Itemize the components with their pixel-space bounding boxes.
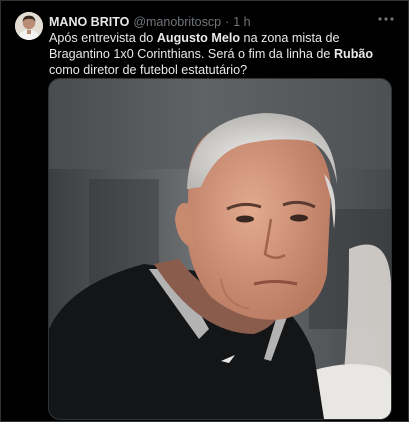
avatar[interactable] <box>15 12 43 40</box>
photo-illustration <box>49 79 391 419</box>
more-icon <box>378 17 394 21</box>
tweet-header: MANO BRITO @manobritoscp · 1 h <box>49 13 251 31</box>
separator-dot: · <box>225 15 230 29</box>
avatar-image <box>15 12 43 40</box>
tweet-card: MANO BRITO @manobritoscp · 1 h Após entr… <box>0 0 409 422</box>
tweet-text-bold-name: Rubão <box>333 47 374 61</box>
tweet-text-part: Após entrevista do <box>49 31 157 45</box>
tweet-text: Após entrevista do Augusto Melo na zona … <box>49 30 389 78</box>
tweet-media-photo[interactable] <box>48 78 392 420</box>
display-name[interactable]: MANO BRITO <box>49 13 129 31</box>
more-options-button[interactable] <box>374 9 398 29</box>
tweet-text-bold-name: Augusto Melo <box>156 31 241 45</box>
tweet-text-part: como diretor de futebol estatutário? <box>49 63 248 77</box>
user-handle[interactable]: @manobritoscp <box>133 13 221 31</box>
tweet-timestamp[interactable]: 1 h <box>233 13 250 31</box>
